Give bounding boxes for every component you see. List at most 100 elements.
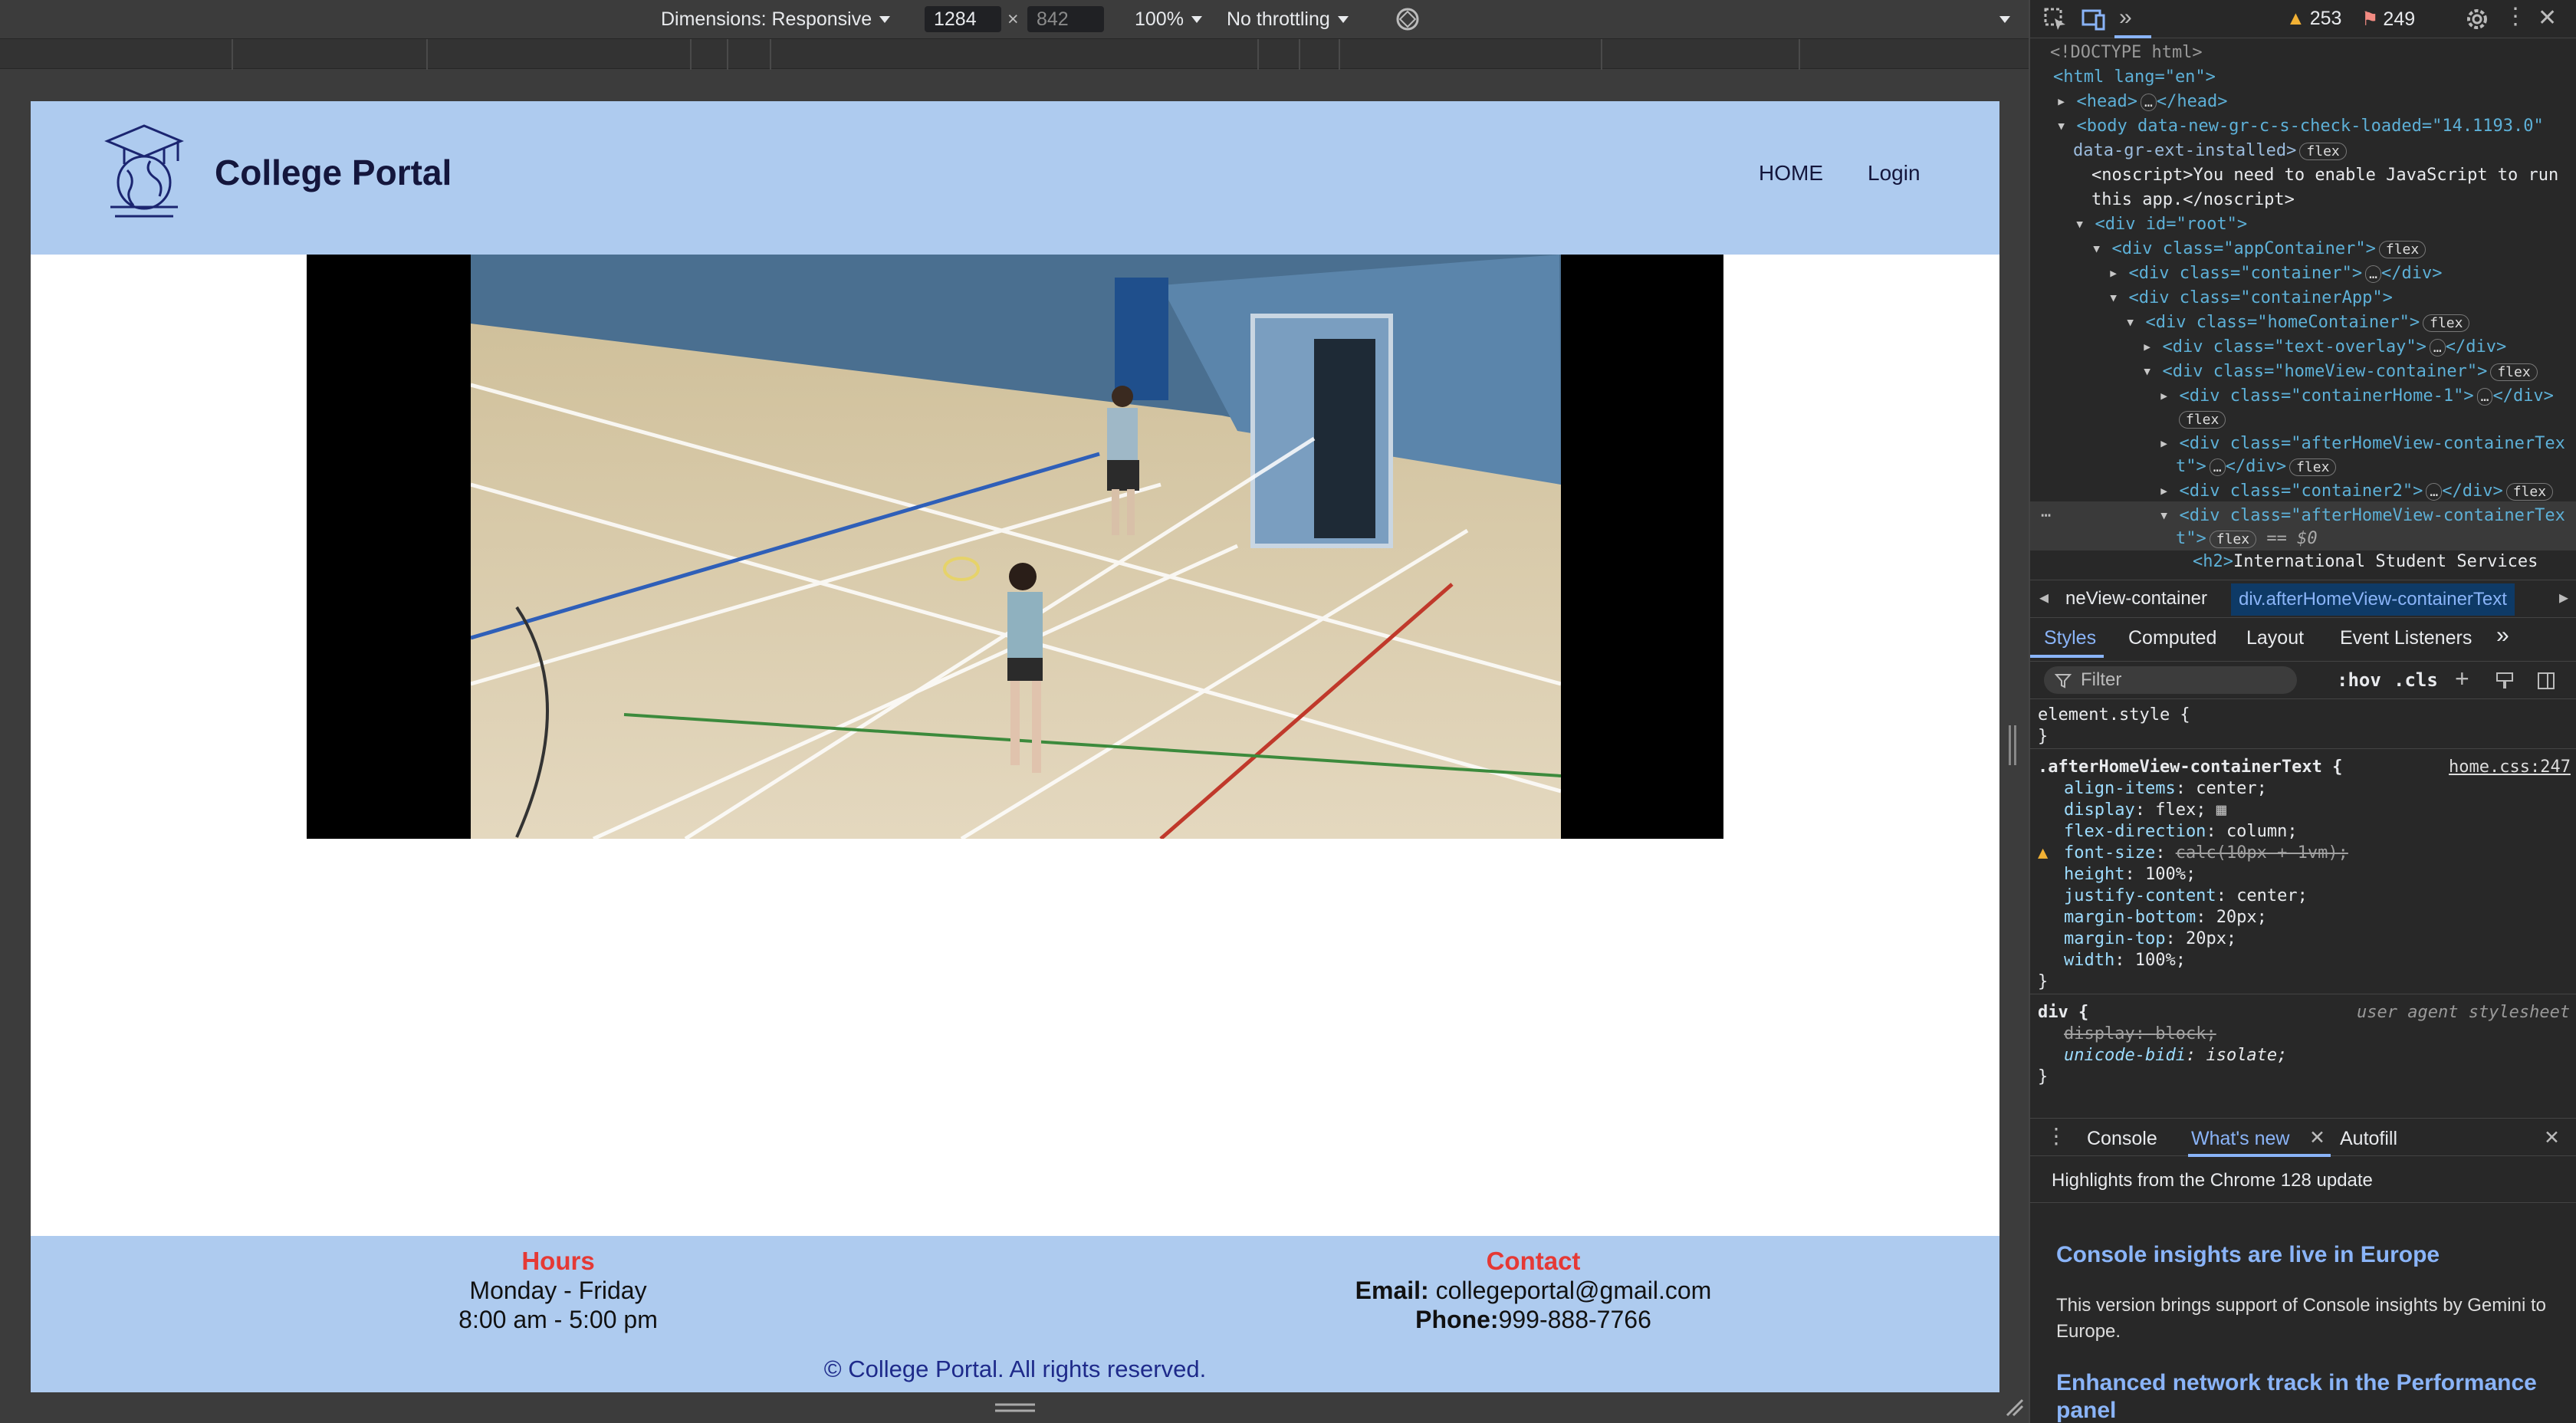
settings-gear-icon[interactable] bbox=[2464, 6, 2490, 32]
times-icon: × bbox=[1007, 8, 1019, 30]
chevron-right-icon[interactable]: ▸ bbox=[2559, 587, 2568, 609]
resize-handle-icon[interactable] bbox=[995, 1402, 1035, 1414]
drawer-tabs: ⋮ Console What's new ✕ Autofill ✕ bbox=[2030, 1118, 2576, 1157]
chevron-left-icon[interactable]: ◂ bbox=[2039, 587, 2049, 609]
throttling-dropdown[interactable]: No throttling bbox=[1227, 0, 1349, 38]
flexbox-editor-icon[interactable]: ▦ bbox=[2216, 800, 2226, 820]
dom-node-selected-cont[interactable]: t"> flex == $0 bbox=[2176, 529, 2318, 548]
css-declaration[interactable]: width: 100%; bbox=[2064, 951, 2186, 970]
add-rule-icon[interactable]: + bbox=[2455, 665, 2469, 693]
highlights-text: Highlights from the Chrome 128 update bbox=[2052, 1170, 2373, 1191]
dom-node[interactable]: ▸ <div class="containerHome-1">… </div> bbox=[2159, 386, 2554, 406]
breadcrumb-item[interactable]: neView-container bbox=[2065, 588, 2207, 610]
dom-node[interactable]: ▾ <div class="homeView-container"> flex bbox=[2142, 362, 2538, 381]
dom-node[interactable]: ▸ <head>… </head> bbox=[2056, 92, 2228, 111]
css-declaration[interactable]: margin-top: 20px; bbox=[2064, 929, 2236, 948]
css-declaration[interactable]: height: 100%; bbox=[2064, 865, 2196, 884]
dom-node[interactable]: ▾ <div class="appContainer"> flex bbox=[2091, 239, 2426, 258]
contact-heading: Contact bbox=[1486, 1247, 1581, 1275]
hov-toggle[interactable]: :hov bbox=[2337, 669, 2381, 691]
breadcrumb: ◂ neView-container div.afterHomeView-con… bbox=[2030, 580, 2576, 618]
dom-node[interactable]: this app.</noscript> bbox=[2091, 190, 2295, 209]
corner-resize-icon[interactable] bbox=[2004, 1397, 2024, 1417]
email-line: Email: collegeportal@gmail.com bbox=[1227, 1276, 1840, 1305]
tab-event-listeners[interactable]: Event Listeners bbox=[2340, 627, 2472, 649]
whats-new-heading-2[interactable]: Enhanced network track in the Performanc… bbox=[2056, 1369, 2555, 1423]
css-selector[interactable]: div { bbox=[2038, 1003, 2088, 1022]
css-declaration[interactable]: flex-direction: column; bbox=[2064, 822, 2298, 841]
close-drawer-icon[interactable]: ✕ bbox=[2544, 1126, 2560, 1149]
breadcrumb-item-active[interactable]: div.afterHomeView-containerText bbox=[2231, 583, 2515, 616]
chevron-down-icon bbox=[1337, 15, 1349, 23]
width-input[interactable]: 1284 bbox=[925, 6, 1001, 32]
inspect-element-icon[interactable] bbox=[2042, 6, 2068, 32]
css-declaration-overridden[interactable]: display: block; bbox=[2064, 1024, 2216, 1043]
nav-home-link[interactable]: HOME bbox=[1759, 161, 1823, 186]
more-tabs-icon[interactable]: » bbox=[2119, 5, 2132, 31]
tab-layout[interactable]: Layout bbox=[2246, 627, 2304, 649]
email-value[interactable]: collegeportal@gmail.com bbox=[1436, 1277, 1712, 1304]
dom-node[interactable]: ▾ <div class="homeContainer"> flex bbox=[2125, 313, 2470, 332]
dom-node-selected[interactable]: ▾ <div class="afterHomeView-containerTex bbox=[2159, 506, 2565, 525]
dom-node[interactable]: <html lang="en"> bbox=[2053, 67, 2216, 87]
errors-count[interactable]: ⚑ 249 bbox=[2361, 8, 2415, 31]
dimensions-dropdown[interactable]: Dimensions: Responsive bbox=[661, 0, 891, 38]
more-tabs-icon[interactable]: » bbox=[2496, 623, 2509, 649]
hours-heading: Hours bbox=[521, 1247, 595, 1275]
tab-autofill[interactable]: Autofill bbox=[2340, 1128, 2397, 1150]
css-declaration[interactable]: align-items: center; bbox=[2064, 779, 2267, 798]
dom-node[interactable]: ▾ <body data-new-gr-c-s-check-loaded="14… bbox=[2056, 117, 2544, 136]
graduation-globe-logo-icon[interactable] bbox=[104, 123, 184, 222]
filter-input[interactable]: Filter bbox=[2044, 666, 2297, 694]
nav-login-link[interactable]: Login bbox=[1868, 161, 1921, 186]
close-tab-icon[interactable]: ✕ bbox=[2309, 1126, 2325, 1149]
dom-node[interactable]: ▸ <div class="afterHomeView-containerTex bbox=[2159, 434, 2565, 453]
css-source-link[interactable]: home.css:247 bbox=[2449, 758, 2571, 777]
dom-ellipsis-icon[interactable]: ⋯ bbox=[2041, 506, 2051, 525]
dom-node[interactable]: <!DOCTYPE html> bbox=[2050, 43, 2203, 62]
css-declaration-invalid[interactable]: font-size: calc(10px + 1vm); bbox=[2064, 843, 2348, 863]
dom-node[interactable]: <h2>International Student Services bbox=[2193, 552, 2538, 571]
device-toggle-icon[interactable] bbox=[2081, 6, 2107, 32]
dom-node[interactable]: ▸ <div class="text-overlay">… </div> bbox=[2142, 337, 2506, 357]
copyright-text: © College Portal. All rights reserved. bbox=[823, 1356, 1207, 1382]
kebab-menu-icon[interactable]: ⋮ bbox=[2504, 3, 2527, 30]
dom-node[interactable]: ▸ <div class="container">… </div> bbox=[2108, 264, 2442, 283]
kebab-menu-icon[interactable]: ⋮ bbox=[2045, 1123, 2067, 1149]
dimensions-label: Dimensions: Responsive bbox=[661, 8, 872, 30]
panel-splitter-handle[interactable] bbox=[2009, 725, 2016, 765]
dom-node[interactable]: data-gr-ext-installed> flex bbox=[2073, 141, 2347, 160]
dom-node[interactable]: ▾ <div id="root"> bbox=[2075, 215, 2247, 234]
hours-section: Hours Monday - Friday 8:00 am - 5:00 pm bbox=[251, 1236, 865, 1334]
zoom-dropdown[interactable]: 100% bbox=[1135, 0, 1202, 38]
tab-console[interactable]: Console bbox=[2087, 1128, 2157, 1150]
height-input[interactable]: 842 bbox=[1027, 6, 1104, 32]
element-style-rule[interactable]: element.style { bbox=[2038, 705, 2190, 725]
css-selector[interactable]: .afterHomeView-containerText { bbox=[2038, 758, 2342, 777]
dom-node[interactable]: ▾ <div class="containerApp"> bbox=[2108, 288, 2393, 307]
dom-node[interactable]: ▸ <div class="container2">… </div> flex bbox=[2159, 481, 2554, 501]
close-devtools-icon[interactable]: ✕ bbox=[2538, 5, 2557, 31]
dom-node[interactable]: <noscript>You need to enable JavaScript … bbox=[2091, 166, 2558, 185]
tab-whats-new[interactable]: What's new bbox=[2191, 1128, 2289, 1150]
css-declaration[interactable]: margin-bottom: 20px; bbox=[2064, 908, 2267, 927]
tab-styles[interactable]: Styles bbox=[2044, 627, 2096, 649]
hours-time: 8:00 am - 5:00 pm bbox=[458, 1306, 658, 1333]
warnings-count[interactable]: ▲ 253 bbox=[2286, 8, 2341, 30]
cls-toggle[interactable]: .cls bbox=[2394, 669, 2438, 691]
more-options-icon[interactable] bbox=[1992, 0, 2010, 38]
tab-computed[interactable]: Computed bbox=[2128, 627, 2216, 649]
styles-pane: element.style { } .afterHomeView-contain… bbox=[2030, 702, 2576, 1116]
sidebar-toggle-icon[interactable] bbox=[2536, 671, 2556, 691]
video-player[interactable] bbox=[307, 255, 1723, 839]
whats-new-heading-1[interactable]: Console insights are live in Europe bbox=[2056, 1242, 2440, 1268]
paint-brush-icon[interactable] bbox=[2495, 671, 2515, 691]
brand-title[interactable]: College Portal bbox=[215, 152, 452, 193]
dom-node[interactable]: t">… </div> flex bbox=[2176, 457, 2337, 476]
css-declaration[interactable]: display: flex; ▦ bbox=[2064, 800, 2226, 820]
dom-node[interactable]: flex bbox=[2176, 409, 2226, 429]
css-declaration[interactable]: justify-content: center; bbox=[2064, 886, 2308, 905]
css-declaration[interactable]: unicode-bidi: isolate; bbox=[2064, 1046, 2287, 1065]
phone-value[interactable]: 999-888-7766 bbox=[1499, 1306, 1651, 1333]
rotate-icon[interactable] bbox=[1394, 0, 1421, 38]
